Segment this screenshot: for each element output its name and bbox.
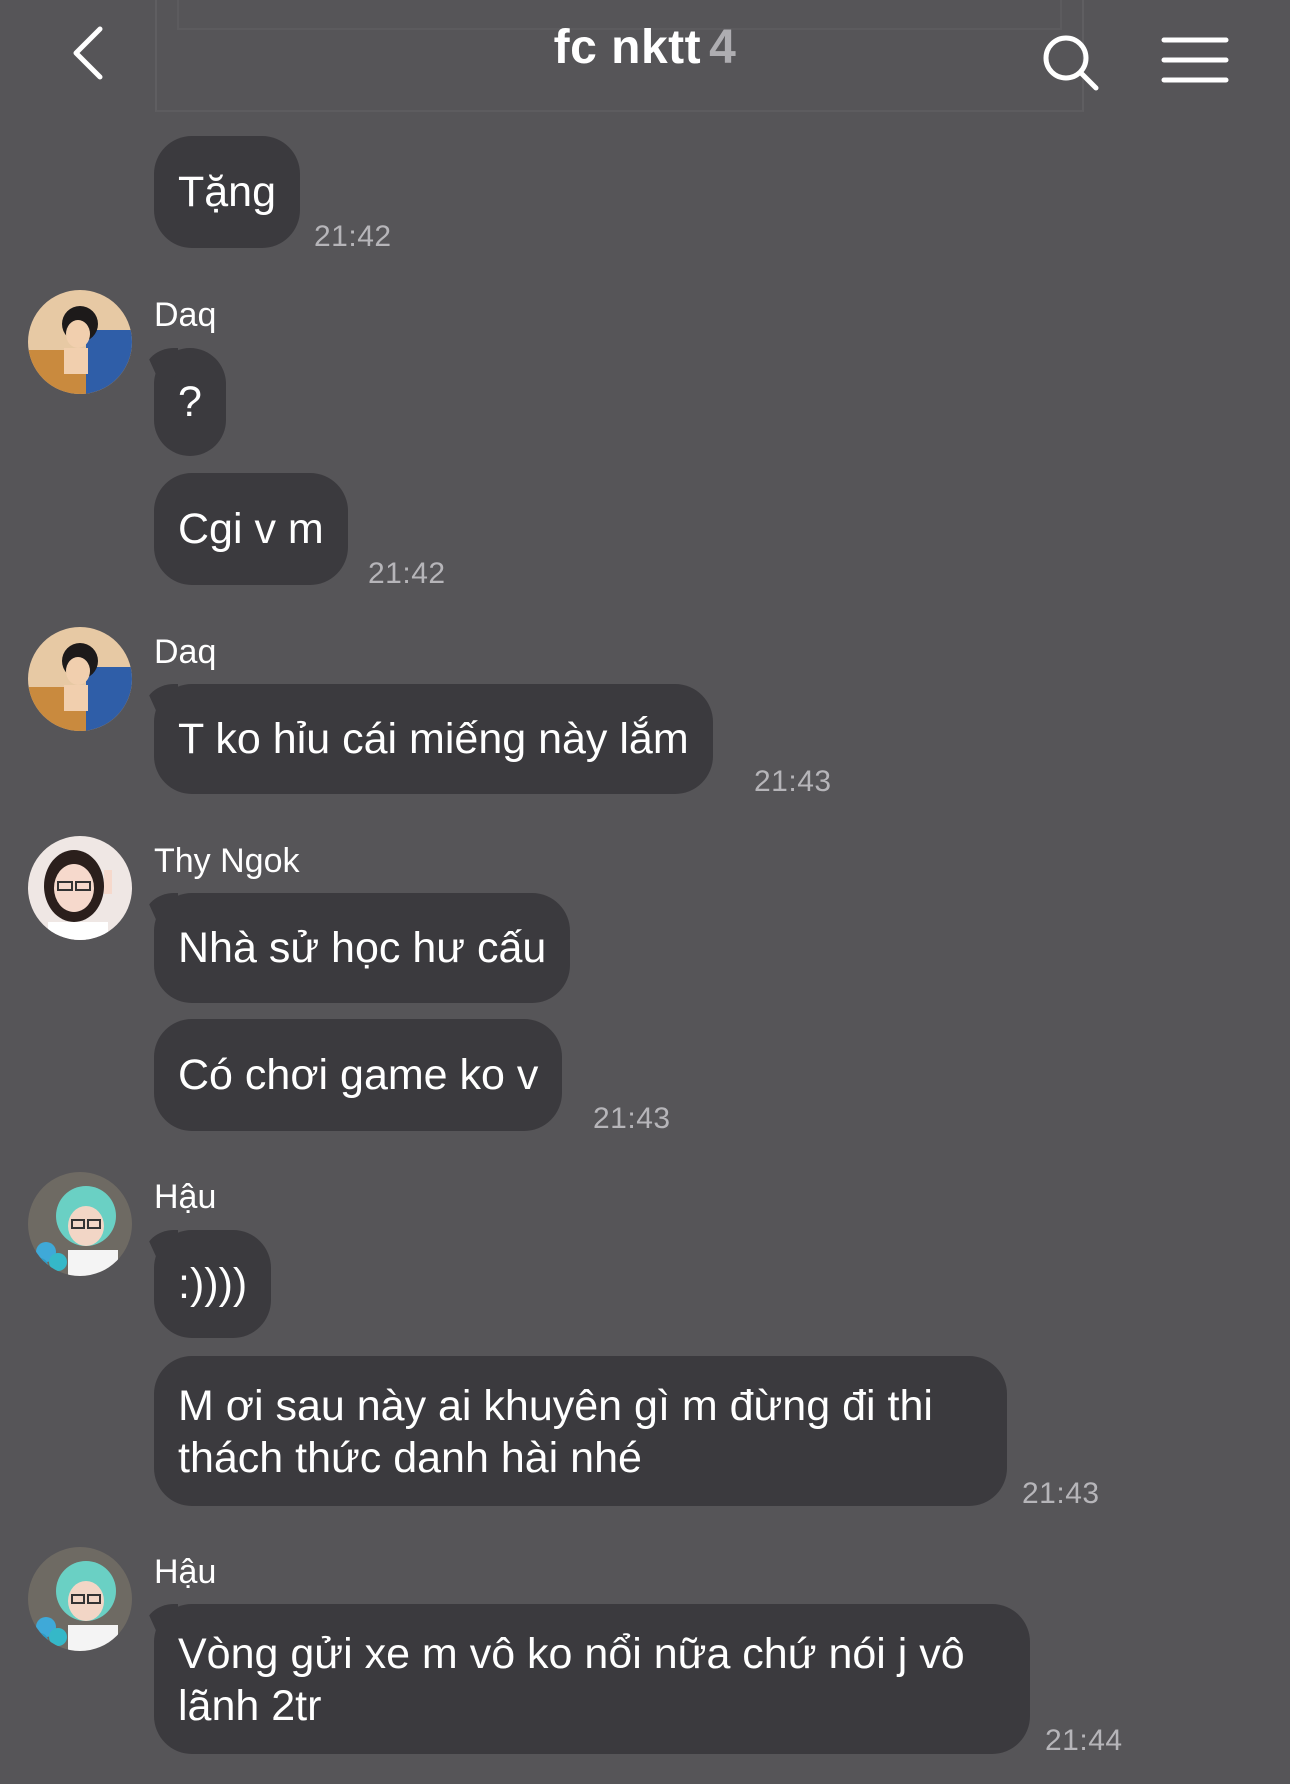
sender-name: Thy Ngok <box>154 842 300 880</box>
search-icon <box>1043 35 1099 91</box>
message-timestamp: 21:42 <box>368 557 446 590</box>
message-timestamp: 21:43 <box>593 1102 671 1135</box>
message-text: Nhà sử học hư cấu <box>178 924 547 972</box>
message-text: Tặng <box>178 168 277 216</box>
message-timestamp: 21:43 <box>754 765 832 798</box>
sender-name: Hậu <box>154 1178 217 1216</box>
avatar-image <box>28 290 132 394</box>
chat-screen: fc nktt 4 Tặng 21:42 Daq ? Cgi v m 21:42… <box>0 0 1290 1784</box>
message-bubble[interactable]: Nhà sử học hư cấu <box>154 893 571 1003</box>
message-text: ? <box>178 378 202 426</box>
message-timestamp: 21:43 <box>1022 1477 1100 1510</box>
search-button[interactable] <box>1036 28 1106 98</box>
group-name: fc nktt <box>553 21 702 74</box>
menu-button[interactable] <box>1160 30 1230 90</box>
message-text: M ơi sau này ai khuyên gì m đừng đi thi … <box>178 1382 933 1482</box>
message-timestamp: 21:42 <box>314 220 392 253</box>
hamburger-menu-icon <box>1161 37 1229 83</box>
message-bubble[interactable]: ? <box>154 348 226 456</box>
message-bubble[interactable]: T ko hỉu cái miếng này lắm <box>154 684 713 794</box>
message-bubble[interactable]: M ơi sau này ai khuyên gì m đừng đi thi … <box>154 1356 1007 1506</box>
avatar-daq[interactable] <box>28 627 132 731</box>
message-bubble[interactable]: Có chơi game ko v <box>154 1019 563 1131</box>
member-count: 4 <box>709 21 737 74</box>
avatar-image <box>28 836 132 940</box>
avatar-image <box>28 627 132 731</box>
message-bubble[interactable]: Vòng gửi xe m vô ko nổi nữa chứ nói j vô… <box>154 1604 1030 1754</box>
sender-name: Daq <box>154 296 217 334</box>
sender-name: Hậu <box>154 1553 217 1591</box>
avatar-daq[interactable] <box>28 290 132 394</box>
avatar-thy-ngok[interactable] <box>28 836 132 940</box>
message-text: Cgi v m <box>178 505 324 553</box>
message-text: Có chơi game ko v <box>178 1051 539 1099</box>
sender-name: Daq <box>154 633 217 671</box>
avatar-image <box>28 1547 132 1651</box>
chat-header: fc nktt 4 <box>0 0 1290 110</box>
avatar-hau[interactable] <box>28 1547 132 1651</box>
message-text: T ko hỉu cái miếng này lắm <box>178 715 689 763</box>
message-timestamp: 21:44 <box>1045 1724 1123 1757</box>
message-bubble[interactable]: Tặng <box>154 136 301 248</box>
avatar-image <box>28 1172 132 1276</box>
message-text: :)))) <box>178 1260 248 1308</box>
message-bubble[interactable]: Cgi v m <box>154 473 348 585</box>
message-bubble[interactable]: :)))) <box>154 1230 272 1338</box>
message-text: Vòng gửi xe m vô ko nổi nữa chứ nói j vô… <box>178 1630 965 1730</box>
avatar-hau[interactable] <box>28 1172 132 1276</box>
